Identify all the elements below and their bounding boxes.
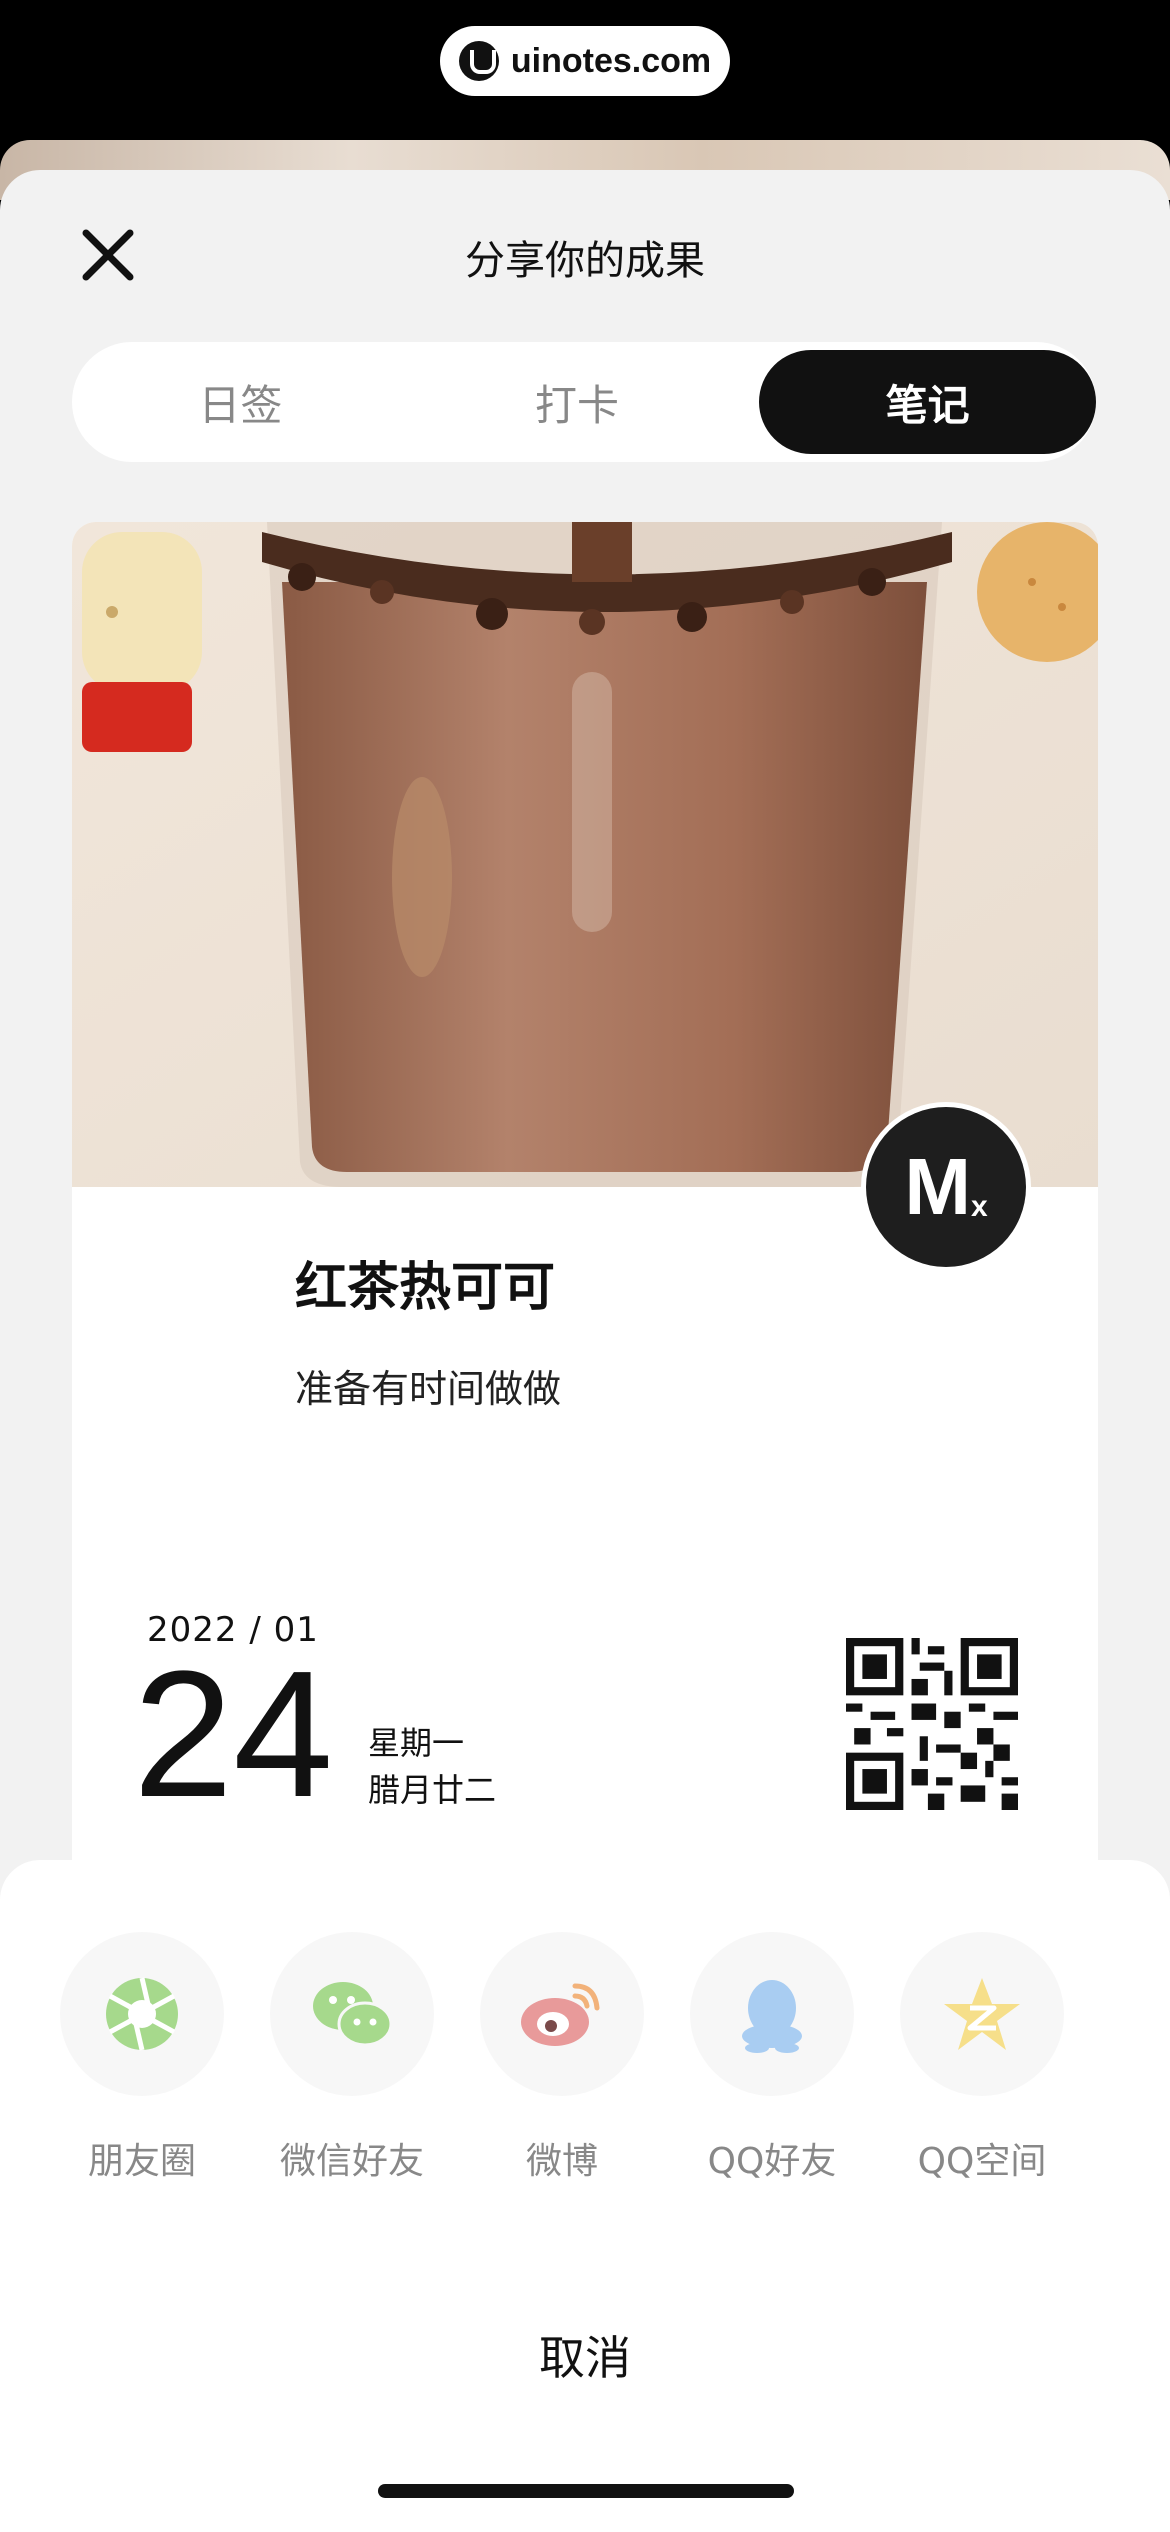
cancel-button[interactable]: 取消 <box>0 2322 1170 2388</box>
qr-code-icon <box>846 1638 1018 1810</box>
share-label: 朋友圈 <box>87 2141 196 2182</box>
qzone-icon <box>944 1978 1020 2050</box>
recipe-note: 准备有时间做做 <box>295 1367 562 1411</box>
home-indicator <box>378 2484 794 2498</box>
share-moments[interactable]: 朋友圈 <box>57 1932 227 2184</box>
tab-daily[interactable]: 日签 <box>72 350 409 454</box>
watermark: uinotes.com <box>440 26 730 96</box>
date-weekday: 星期一 <box>368 1724 465 1762</box>
share-label: QQ空间 <box>917 2141 1047 2182</box>
recipe-photo <box>72 522 1098 1187</box>
share-qzone[interactable]: QQ空间 <box>897 1932 1067 2184</box>
weibo-icon <box>521 1983 600 2046</box>
recipe-title: 红茶热可可 <box>295 1258 556 1318</box>
share-type-tabs: 日签 打卡 笔记 <box>72 342 1097 462</box>
date-lunar: 腊月廿二 <box>368 1771 497 1809</box>
tab-notes[interactable]: 笔记 <box>759 350 1097 454</box>
moments-icon <box>106 1977 178 2051</box>
share-label: 微信好友 <box>279 2141 424 2182</box>
watermark-text: uinotes.com <box>510 41 712 80</box>
page-title: 分享你的成果 <box>465 238 705 284</box>
share-label: QQ好友 <box>707 2141 837 2182</box>
wechat-icon <box>313 1982 393 2047</box>
share-qq-friend[interactable]: QQ好友 <box>687 1932 857 2184</box>
date-day: 24 <box>133 1634 334 1835</box>
app-logo-icon: Mx <box>861 1102 1031 1272</box>
qq-icon <box>742 1980 802 2053</box>
share-label: 微博 <box>525 2141 598 2182</box>
tab-checkin[interactable]: 打卡 <box>409 350 746 454</box>
share-wechat[interactable]: 微信好友 <box>267 1932 437 2184</box>
share-weibo[interactable]: 微博 <box>477 1932 647 2184</box>
watermark-logo-icon <box>458 41 499 81</box>
